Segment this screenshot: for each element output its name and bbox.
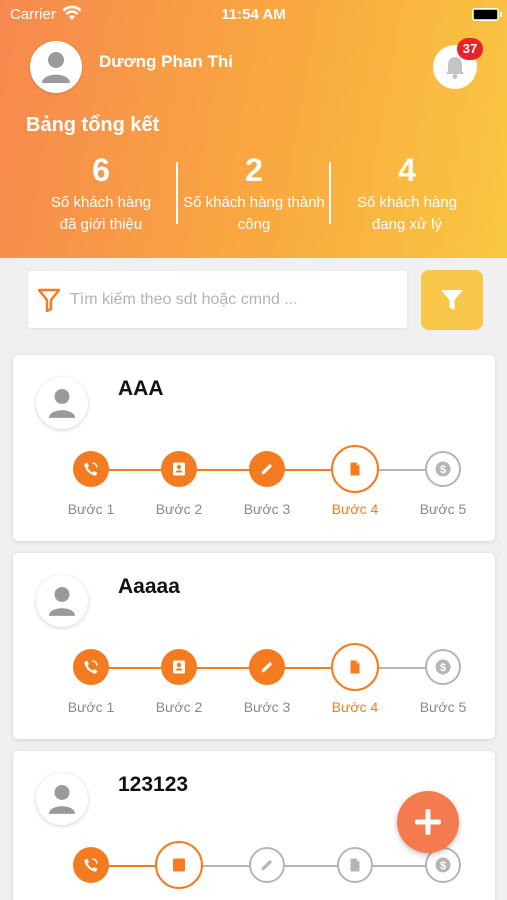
step-4-label: Bước 4	[331, 501, 379, 517]
document-icon	[347, 659, 363, 675]
search-input[interactable]	[70, 271, 400, 328]
filter-funnel-icon	[37, 288, 61, 317]
step-progress: Bước 1 Bước 2 Bước 3 Bước 4 $ Bước 5	[13, 445, 495, 521]
pencil-icon	[259, 659, 275, 675]
stat-label-line1: Số khách hàng	[356, 194, 458, 211]
phone-icon	[83, 857, 99, 873]
step-1-label: Bước 1	[67, 699, 115, 715]
document-icon	[347, 461, 363, 477]
customer-card[interactable]: Aaaaa Bước 1 Bước 2 Bước 3 Bước 4 $ Bước 5	[13, 553, 495, 739]
step-2-label: Bước 2	[155, 699, 203, 715]
clock: 11:54 AM	[221, 6, 286, 23]
step-3-circle[interactable]	[249, 649, 285, 685]
stat-referred: 6 Số khách hàng đã giới thiệu	[21, 150, 181, 236]
phone-icon	[83, 659, 99, 675]
step-4-circle[interactable]	[331, 445, 379, 493]
step-3-circle[interactable]	[249, 847, 285, 883]
status-bar: Carrier 11:54 AM	[0, 0, 507, 28]
person-icon	[48, 389, 76, 418]
svg-text:$: $	[440, 662, 446, 674]
step-5-circle[interactable]: $	[425, 451, 461, 487]
search-bar	[28, 271, 407, 328]
stat-label-line1: Số khách hàng thành	[183, 194, 325, 211]
stat-processing: 4 Số khách hàng đang xử lý	[327, 150, 487, 236]
customer-name: Aaaaa	[118, 575, 180, 598]
dollar-coin-icon: $	[434, 856, 452, 874]
customer-avatar	[36, 773, 88, 825]
step-1-circle[interactable]	[73, 649, 109, 685]
user-avatar[interactable]	[30, 41, 82, 93]
stat-value: 6	[92, 152, 110, 188]
user-name: Dương Phan Thi	[99, 52, 233, 71]
customer-name: AAA	[118, 377, 164, 400]
document-icon	[347, 857, 363, 873]
contact-card-icon	[171, 857, 187, 873]
person-icon	[48, 587, 76, 616]
step-1-circle[interactable]	[73, 847, 109, 883]
notification-badge: 37	[457, 38, 483, 60]
dollar-coin-icon: $	[434, 658, 452, 676]
svg-text:$: $	[440, 860, 446, 872]
contact-card-icon	[171, 659, 187, 675]
stat-label-line2: công	[237, 216, 271, 233]
contact-card-icon	[171, 461, 187, 477]
add-customer-button[interactable]	[397, 791, 459, 853]
step-2-circle[interactable]	[161, 451, 197, 487]
step-3-label: Bước 3	[243, 699, 291, 715]
step-1-circle[interactable]	[73, 451, 109, 487]
step-2-circle[interactable]	[161, 649, 197, 685]
step-2-circle[interactable]	[155, 841, 203, 889]
stat-successful: 2 Số khách hàng thành công	[174, 150, 334, 236]
step-3-circle[interactable]	[249, 451, 285, 487]
step-4-label: Bước 4	[331, 699, 379, 715]
customer-avatar	[36, 575, 88, 627]
step-4-circle[interactable]	[337, 847, 373, 883]
step-5-label: Bước 5	[419, 699, 467, 715]
battery-icon	[472, 8, 502, 21]
stat-label-line2: đã giới thiệu	[59, 216, 143, 233]
phone-icon	[83, 461, 99, 477]
svg-text:$: $	[440, 464, 446, 476]
person-icon	[42, 52, 70, 83]
filter-icon	[441, 290, 463, 310]
step-2-label: Bước 2	[155, 501, 203, 517]
pencil-icon	[259, 857, 275, 873]
stat-value: 4	[398, 152, 416, 188]
summary-title: Bảng tổng kết	[26, 114, 160, 136]
dollar-coin-icon: $	[434, 460, 452, 478]
stat-label-line2: đang xử lý	[371, 216, 443, 233]
step-5-circle[interactable]: $	[425, 649, 461, 685]
step-5-label: Bước 5	[419, 501, 467, 517]
summary-header: Carrier 11:54 AM Dương Phan Thi 37 Bảng …	[0, 0, 507, 258]
step-progress: Bước 1 Bước 2 Bước 3 Bước 4 $ Bước 5	[13, 643, 495, 719]
step-3-label: Bước 3	[243, 501, 291, 517]
filter-button[interactable]	[421, 270, 483, 330]
person-icon	[48, 785, 76, 814]
customer-avatar	[36, 377, 88, 429]
customer-name: 123123	[118, 773, 189, 796]
customer-card[interactable]: AAA Bước 1 Bước 2 Bước 3 Bước 4 $ Bước 5	[13, 355, 495, 541]
stat-value: 2	[245, 152, 263, 188]
pencil-icon	[259, 461, 275, 477]
step-progress: Bước 1Bước 2Bước 3Bước 4$Bước 5	[13, 841, 495, 900]
stat-label-line1: Số khách hàng	[50, 194, 152, 211]
step-4-circle[interactable]	[331, 643, 379, 691]
step-1-label: Bước 1	[67, 501, 115, 517]
plus-icon	[415, 809, 441, 835]
